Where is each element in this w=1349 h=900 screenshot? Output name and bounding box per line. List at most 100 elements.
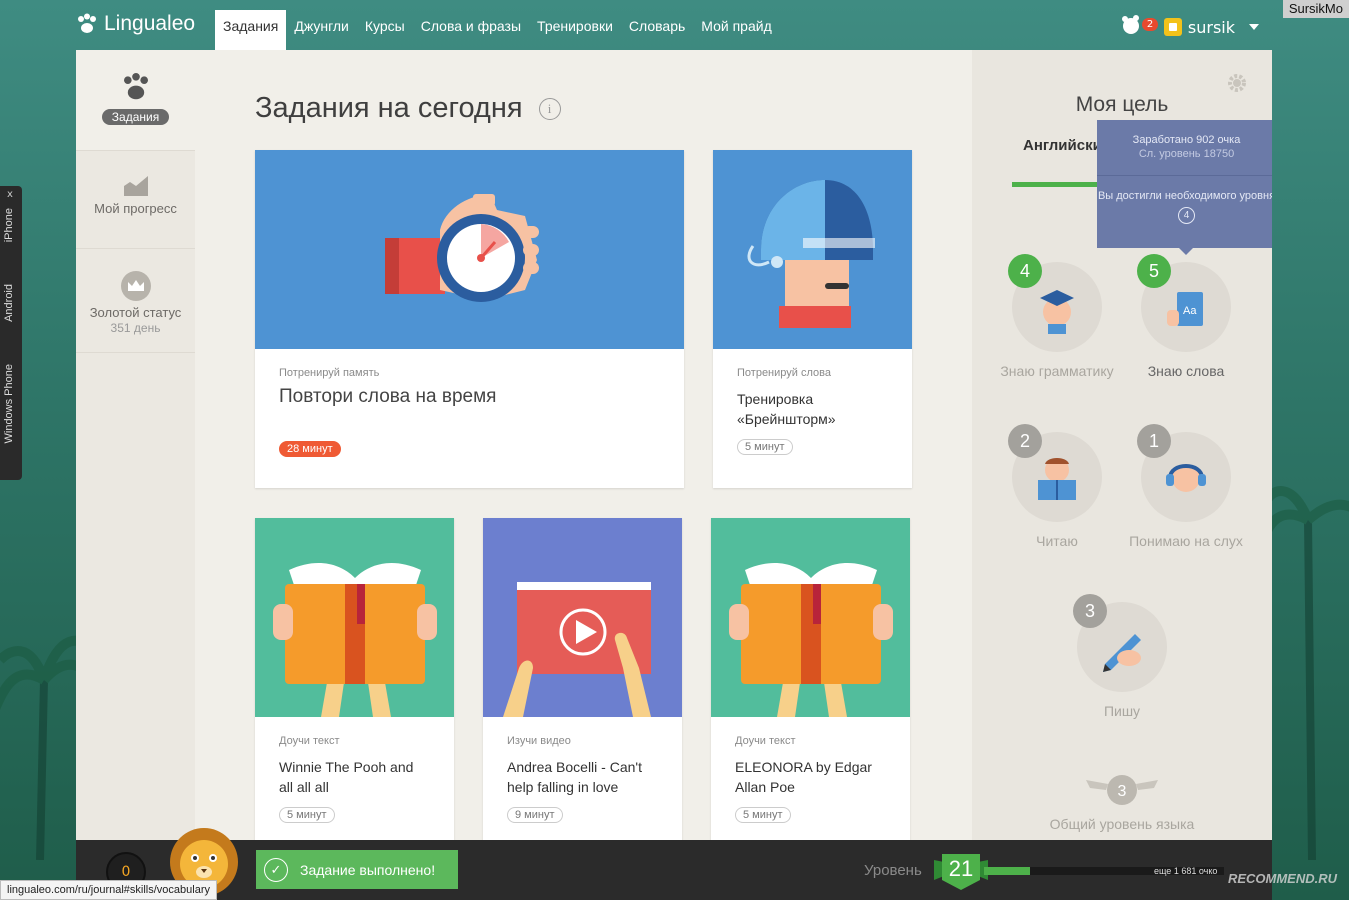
nav-jungle[interactable]: Джунгли [286,10,357,50]
task-card-video-bocelli[interactable]: Изучи видео Andrea Bocelli - Can't help … [483,518,682,840]
lion-notification-icon [1121,15,1139,34]
sidebar-tasks-label: Задания [101,109,170,125]
skill-level-badge: 5 [1137,254,1171,288]
overall-level-label: Общий уровень языка [1049,816,1195,832]
tooltip-next-level: Сл. уровень 18750 [1138,148,1235,160]
skill-level-badge: 3 [1073,594,1107,628]
level-number: 21 [948,856,974,881]
card-title: Тренировка «Брейншторм» [737,391,836,427]
card-body: Потренируй слова Тренировка «Брейншторм»… [713,349,912,473]
left-sidebar: Задания Мой прогресс Золотой статус 351 … [76,50,195,840]
gear-icon[interactable] [1226,72,1248,94]
overall-language-level[interactable]: 3 Общий уровень языка [972,772,1272,832]
duration-badge: 5 минут [737,439,793,455]
duration-badge: 28 минут [279,441,341,457]
level-label: Уровень [864,862,922,879]
skill-label: Знаю грамматику [1000,363,1114,379]
browser-status-url: lingualeo.com/ru/journal#skills/vocabula… [0,880,217,900]
sidebar-divider [76,352,195,353]
nav-my-pride[interactable]: Мой прайд [693,10,779,50]
helmet-illustration [713,150,912,349]
winged-level-badge-icon: 3 [1086,775,1158,805]
skill-writing[interactable]: 3 Пишу [1062,594,1182,719]
brand-logo[interactable]: Lingualeo [76,12,195,36]
nav-tasks[interactable]: Задания [215,10,287,50]
close-icon[interactable]: x [7,189,13,200]
skill-level-badge: 2 [1008,424,1042,458]
task-card-text-eleonora[interactable]: Доучи текст ELEONORA by Edgar Allan Poe … [711,518,910,840]
task-card-memory[interactable]: Потренируй память Повтори слова на время… [255,150,684,488]
info-icon[interactable]: i [538,97,561,120]
iphone-link[interactable]: iPhone [3,208,15,242]
paw-logo-icon [78,13,96,33]
main-menu: Задания Джунгли Курсы Слова и фразы Трен… [215,10,780,50]
notifications-button[interactable]: 2 [1120,14,1159,40]
sidebar-gold-days: 351 день [110,321,161,335]
tooltip-earned: Заработано 902 очка [1132,134,1241,146]
card-body: Потренируй память Повтори слова на время… [255,349,684,475]
nav-words-phrases[interactable]: Слова и фразы [413,10,529,50]
gold-user-icon [1163,18,1182,36]
card-kicker: Доучи текст [735,735,796,747]
nav-dictionary[interactable]: Словарь [621,10,693,50]
sidebar-divider [76,150,195,151]
nav-courses[interactable]: Курсы [357,10,413,50]
book-illustration [711,518,910,717]
card-title: Winnie The Pooh and all all all [279,759,414,795]
task-card-brainstorm[interactable]: Потренируй слова Тренировка «Брейншторм»… [713,150,912,488]
bottom-status-bar: 0 ✓ Задание выполнено! Уровень 21 еще 1 … [76,828,1272,900]
top-navigation: Lingualeo Задания Джунгли Курсы Слова и … [0,0,1349,50]
sidebar-item-gold-status[interactable]: Золотой статус 351 день [76,270,195,335]
card-body: Доучи текст Winnie The Pooh and all all … [255,717,454,840]
skill-label: Знаю слова [1147,363,1225,379]
goal-panel: Моя цель Английский 4 Знаю грамматику 5 … [972,50,1272,840]
card-kicker: Потренируй память [279,367,380,379]
xp-remaining: еще 1 681 очко [1154,866,1218,876]
open-book-icon [729,563,893,717]
palm-right-decoration [1272,486,1349,860]
skill-circle: 1 [1137,424,1231,522]
skill-reading[interactable]: 2 Читаю [997,424,1117,549]
open-book-icon [273,563,437,717]
duration-badge: 5 минут [279,807,335,823]
overall-level-number: 3 [1118,783,1127,800]
windows-phone-link[interactable]: Windows Phone [3,364,15,444]
mobile-apps-tab[interactable]: x iPhone Android Windows Phone [0,186,22,480]
card-kicker: Изучи видео [507,735,571,747]
palm-left-decoration [0,635,80,860]
helmet-icon [747,180,875,328]
stopwatch-icon [385,194,539,302]
page-title: Задания на сегодня i [255,92,561,125]
task-complete-toast: ✓ Задание выполнено! [256,850,458,889]
main-container: Задания Мой прогресс Золотой статус 351 … [76,50,1272,840]
card-title: Andrea Bocelli - Can't help falling in l… [507,759,642,795]
chart-icon [123,176,148,196]
android-link[interactable]: Android [3,284,15,322]
points-tooltip: Заработано 902 очка Сл. уровень 18750 Вы… [1097,120,1272,255]
user-menu[interactable]: sursik [1163,18,1259,37]
duration-badge: 5 минут [735,807,791,823]
chevron-down-icon[interactable] [1249,24,1259,30]
svg-text:Aa: Aa [1183,305,1197,317]
paw-icon [123,72,148,100]
sidebar-progress-label: Мой прогресс [94,201,177,216]
skill-label: Читаю [1036,533,1078,549]
skill-label: Понимаю на слух [1129,533,1243,549]
task-card-text-pooh[interactable]: Доучи текст Winnie The Pooh and all all … [255,518,454,840]
crown-icon [120,271,151,301]
check-icon: ✓ [264,857,288,882]
level-badge[interactable]: 21 [934,852,988,890]
xp-progress-fill [984,867,1030,875]
video-play-icon [503,582,651,717]
sidebar-item-progress[interactable]: Мой прогресс [76,172,195,216]
skill-level-badge: 1 [1137,424,1171,458]
card-title: Повтори слова на время [279,386,497,407]
nav-trainings[interactable]: Тренировки [529,10,621,50]
skill-words[interactable]: 5 Aa Знаю слова [1126,254,1246,379]
sidebar-divider [76,248,195,249]
card-title: ELEONORA by Edgar Allan Poe [735,759,872,795]
skill-listening[interactable]: 1 Понимаю на слух [1126,424,1246,549]
skill-grammar[interactable]: 4 Знаю грамматику [997,254,1117,379]
sidebar-item-tasks[interactable]: Задания [76,72,195,125]
card-body: Изучи видео Andrea Bocelli - Can't help … [483,717,682,840]
